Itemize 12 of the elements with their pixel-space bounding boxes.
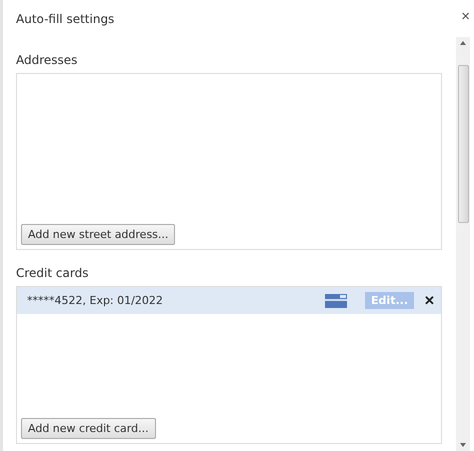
remove-button[interactable]: ✕ <box>422 293 437 308</box>
add-address-button[interactable]: Add new street address... <box>21 224 176 245</box>
section-heading: Credit cards <box>16 266 90 280</box>
scroll-up-icon[interactable] <box>460 41 466 45</box>
scrollbar[interactable] <box>456 37 470 451</box>
card-label: *****4522, Exp: 01/2022 <box>27 294 164 307</box>
scroll-down-icon[interactable] <box>460 443 466 447</box>
close-button[interactable]: × <box>461 9 470 24</box>
add-credit-card-button[interactable]: Add new credit card... <box>21 418 156 439</box>
credit-card-icon <box>325 294 348 308</box>
dialog-title: Auto-fill settings <box>16 12 114 26</box>
section-heading: Addresses <box>16 53 78 67</box>
